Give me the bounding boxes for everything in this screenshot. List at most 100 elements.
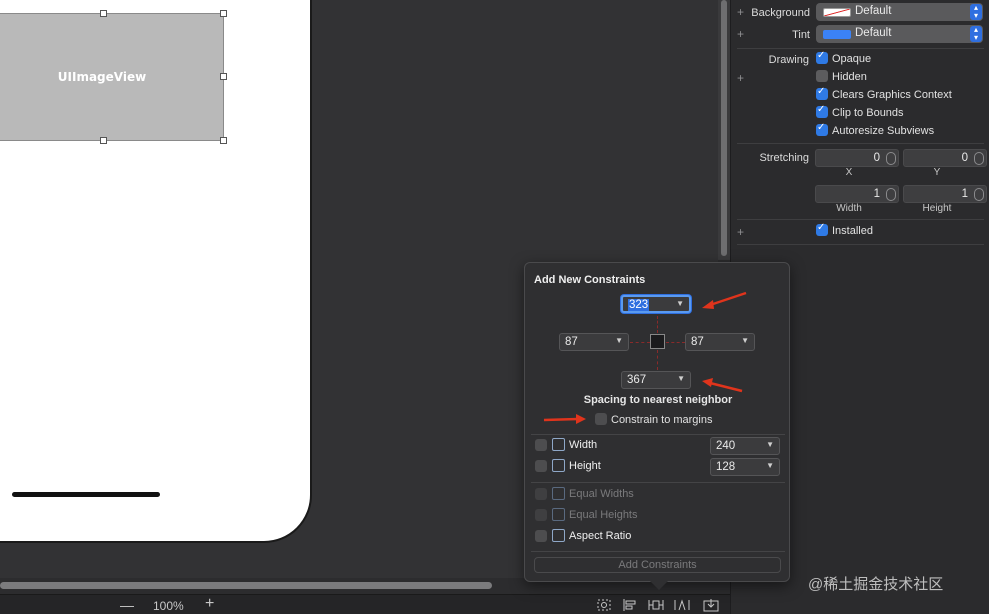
resize-handle-bottom-center[interactable] xyxy=(100,137,107,144)
resize-handle-middle-right[interactable] xyxy=(220,73,227,80)
clip-to-bounds-checkbox[interactable]: Clip to Bounds xyxy=(816,104,904,123)
popup-stepper-icon: ▴ ▾ xyxy=(970,26,982,42)
constrain-to-margins-checkbox[interactable]: Constrain to margins xyxy=(595,413,713,426)
stepper-icon[interactable] xyxy=(974,152,984,165)
selected-view-box xyxy=(650,334,665,349)
bottom-spacing-field[interactable]: 367 ▼ xyxy=(621,371,691,389)
top-constraint-line[interactable] xyxy=(657,316,658,333)
spacing-label: Spacing to nearest neighbor xyxy=(583,394,733,406)
tint-color-swatch-icon xyxy=(823,30,851,39)
checkbox-checked-icon[interactable] xyxy=(816,122,828,137)
chevron-down-icon[interactable]: ▼ xyxy=(741,336,749,345)
stepper-icon[interactable] xyxy=(886,188,896,201)
stretching-y-field[interactable]: 0 xyxy=(903,149,987,167)
width-constraint-icon xyxy=(552,438,565,451)
resize-handle-top-right[interactable] xyxy=(220,10,227,17)
resolve-auto-layout-issues-icon[interactable] xyxy=(674,598,690,612)
add-variation-icon[interactable]: + xyxy=(737,5,744,19)
resize-handle-top-center[interactable] xyxy=(100,10,107,17)
stretching-height-field[interactable]: 1 xyxy=(903,185,987,203)
add-variation-icon[interactable]: + xyxy=(737,71,744,85)
background-popup[interactable]: Default ▴ ▾ xyxy=(816,3,983,21)
checkbox-unchecked-icon[interactable] xyxy=(535,529,547,542)
vertical-scroll-thumb[interactable] xyxy=(721,0,727,256)
checkbox-checked-icon[interactable] xyxy=(816,50,828,65)
leading-constraint-line[interactable] xyxy=(630,342,650,343)
opaque-checkbox[interactable]: Opaque xyxy=(816,50,871,69)
chevron-down-icon[interactable]: ▼ xyxy=(766,440,774,449)
hidden-checkbox[interactable]: Hidden xyxy=(816,70,867,87)
stretching-height-label: Height xyxy=(922,203,952,214)
drawing-label: Drawing xyxy=(768,54,809,66)
checkbox-unchecked-icon[interactable] xyxy=(595,413,607,426)
section-divider xyxy=(737,48,984,49)
trailing-constraint-line[interactable] xyxy=(666,342,685,343)
watermark: @稀土掘金技术社区 xyxy=(808,576,944,593)
checkbox-checked-icon[interactable] xyxy=(816,86,828,101)
autoresize-subviews-checkbox[interactable]: Autoresize Subviews xyxy=(816,122,934,141)
popover-divider xyxy=(531,551,785,552)
popover-divider xyxy=(531,482,785,483)
checkbox-unchecked-icon[interactable] xyxy=(535,459,547,472)
stretching-y-label: Y xyxy=(933,167,941,178)
chevron-down-icon[interactable]: ▼ xyxy=(766,461,774,470)
height-value-field[interactable]: 128 ▼ xyxy=(710,458,780,476)
width-value-field[interactable]: 240 ▼ xyxy=(710,437,780,455)
popover-divider xyxy=(531,434,785,435)
checkbox-unchecked-icon[interactable] xyxy=(816,70,828,83)
image-view-label: UIImageView xyxy=(57,70,147,84)
trailing-spacing-field[interactable]: 87 ▼ xyxy=(685,333,755,351)
stretching-x-field[interactable]: 0 xyxy=(815,149,899,167)
image-view[interactable]: UIImageView xyxy=(0,13,224,141)
add-constraints-button[interactable]: Add Constraints xyxy=(534,557,781,573)
width-constraint-row[interactable]: Width xyxy=(535,438,597,455)
section-divider xyxy=(737,219,984,220)
leading-spacing-field[interactable]: 87 ▼ xyxy=(559,333,629,351)
add-new-constraints-icon[interactable] xyxy=(648,598,664,612)
annotation-arrow-icon xyxy=(543,414,586,424)
canvas-bottom-bar: — 100% + xyxy=(0,594,730,614)
zoom-out-button[interactable]: — xyxy=(120,597,134,613)
checkbox-checked-icon[interactable] xyxy=(816,104,828,119)
stepper-icon[interactable] xyxy=(886,152,896,165)
bottom-constraint-line[interactable] xyxy=(657,350,658,370)
stretching-width-label: Width xyxy=(836,203,862,214)
section-divider xyxy=(737,143,984,144)
horizontal-scroll-thumb[interactable] xyxy=(0,582,492,589)
annotation-arrow-icon xyxy=(702,291,747,309)
checkbox-checked-icon[interactable] xyxy=(816,222,828,237)
equal-heights-row: Equal Heights xyxy=(535,508,638,525)
height-constraint-row[interactable]: Height xyxy=(535,459,601,476)
aspect-ratio-row[interactable]: Aspect Ratio xyxy=(535,529,631,546)
aspect-ratio-icon xyxy=(552,529,565,542)
embed-in-icon[interactable] xyxy=(703,598,719,612)
background-label: Background xyxy=(751,7,810,19)
add-variation-icon[interactable]: + xyxy=(737,27,744,41)
stretching-x-label: X xyxy=(845,167,853,178)
clears-graphics-context-checkbox[interactable]: Clears Graphics Context xyxy=(816,86,952,105)
update-frames-icon[interactable] xyxy=(596,598,612,612)
zoom-in-button[interactable]: + xyxy=(205,595,214,613)
stepper-icon[interactable] xyxy=(974,188,984,201)
chevron-down-icon[interactable]: ▼ xyxy=(615,336,623,345)
chevron-down-icon[interactable]: ▼ xyxy=(677,374,685,383)
add-variation-icon[interactable]: + xyxy=(737,225,744,239)
default-color-swatch-icon xyxy=(823,8,851,17)
stretching-label: Stretching xyxy=(759,152,809,164)
stretching-width-field[interactable]: 1 xyxy=(815,185,899,203)
tint-popup[interactable]: Default ▴ ▾ xyxy=(816,25,983,43)
vertical-scrollbar[interactable] xyxy=(718,0,730,260)
top-spacing-field[interactable]: 323 ▼ xyxy=(621,295,691,313)
annotation-arrow-icon xyxy=(702,378,743,393)
resize-handle-bottom-right[interactable] xyxy=(220,137,227,144)
popover-arrow xyxy=(650,581,668,590)
equal-widths-row: Equal Widths xyxy=(535,487,634,504)
checkbox-unchecked-icon[interactable] xyxy=(535,438,547,451)
installed-checkbox[interactable]: Installed xyxy=(816,222,873,241)
checkbox-disabled-icon xyxy=(535,508,547,521)
chevron-down-icon[interactable]: ▼ xyxy=(676,299,684,308)
equal-widths-icon xyxy=(552,487,565,500)
align-icon[interactable] xyxy=(622,598,638,612)
section-divider xyxy=(737,244,984,245)
home-indicator xyxy=(12,492,160,497)
